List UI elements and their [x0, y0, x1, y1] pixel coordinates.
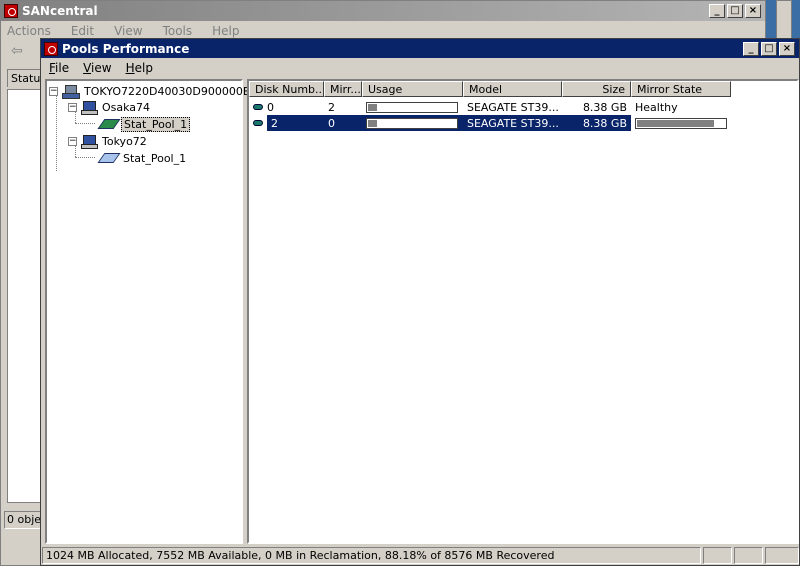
- table-row[interactable]: 0 2 SEAGATE ST39... 8.38 GB Healthy: [249, 99, 731, 115]
- menu-view[interactable]: View: [114, 24, 142, 38]
- tree-connector: [56, 95, 57, 171]
- disk-list: Disk Numb... Mirr... Usage Model Size Mi…: [247, 79, 799, 544]
- disk-number: 2: [267, 115, 324, 131]
- usage-bar: [366, 117, 458, 129]
- close-button[interactable]: ×: [779, 41, 795, 56]
- usage-bar: [366, 101, 458, 113]
- close-button[interactable]: ×: [745, 4, 761, 18]
- maximize-button[interactable]: □: [727, 4, 743, 18]
- list-header: Disk Numb... Mirr... Usage Model Size Mi…: [249, 81, 731, 97]
- pool-icon: [97, 153, 121, 163]
- cell-mirror-state: Healthy: [635, 100, 678, 114]
- menu-help[interactable]: Help: [212, 24, 239, 38]
- cell-size: 8.38 GB: [582, 100, 627, 114]
- menu-view[interactable]: View: [83, 61, 111, 75]
- menu-edit[interactable]: Edit: [71, 24, 94, 38]
- column-mirror-state[interactable]: Mirror State: [631, 81, 731, 97]
- tree-node-label: Tokyo72: [102, 134, 147, 148]
- app-icon: [4, 4, 18, 18]
- mirror-progress-bar: [635, 117, 727, 129]
- menu-actions[interactable]: Actions: [7, 24, 51, 38]
- computer-icon: [81, 134, 98, 149]
- collapse-icon[interactable]: −: [49, 86, 58, 96]
- app-icon: [44, 41, 58, 56]
- menu-help[interactable]: Help: [126, 61, 153, 75]
- tree-connector: [75, 157, 95, 158]
- menu-file[interactable]: File: [49, 61, 69, 75]
- cell-model: SEAGATE ST39...: [463, 115, 562, 131]
- tree-node-osaka74[interactable]: − Osaka74: [68, 99, 152, 115]
- computer-icon: [81, 100, 98, 115]
- minimize-button[interactable]: _: [743, 41, 759, 56]
- back-arrow-icon[interactable]: ⇦: [5, 43, 41, 63]
- pools-performance-window: Pools Performance _ □ × File View Help −…: [40, 38, 800, 566]
- cell-model: SEAGATE ST39...: [467, 100, 559, 114]
- pools-title: Pools Performance: [62, 41, 190, 56]
- tree-pool-tokyo-stat-pool-1[interactable]: Stat_Pool_1: [97, 150, 188, 166]
- tree-pool-osaka-stat-pool-1[interactable]: Stat_Pool_1: [97, 116, 191, 132]
- sancentral-status: 0 obje: [4, 511, 41, 529]
- mirror-progress-fill: [637, 119, 714, 127]
- cell-mirror: 2: [328, 100, 335, 114]
- column-size[interactable]: Size: [562, 81, 631, 97]
- table-row[interactable]: 2 0 SEAGATE ST39... 8.38 GB: [249, 115, 731, 131]
- cell-usage: [362, 99, 463, 115]
- sancentral-title: SANcentral: [22, 4, 98, 18]
- usage-fill: [368, 103, 377, 111]
- scrollbar[interactable]: [776, 0, 792, 40]
- disk-icon: [253, 104, 263, 110]
- tree-pool-label: Stat_Pool_1: [123, 151, 187, 165]
- status-pane: [703, 547, 732, 564]
- resize-grip[interactable]: [765, 547, 799, 564]
- tree-root[interactable]: − TOKYO7220D40030D900000E: [49, 83, 252, 99]
- sancentral-tree-pane: [7, 89, 41, 503]
- cell-size: 8.38 GB: [562, 115, 631, 131]
- tree-node-label: Osaka74: [102, 100, 151, 114]
- cell-disk-icon: [249, 115, 267, 131]
- status-bar: 1024 MB Allocated, 7552 MB Available, 0 …: [41, 546, 799, 565]
- cell-usage: [362, 115, 463, 131]
- status-pane: [734, 547, 763, 564]
- column-usage[interactable]: Usage: [362, 81, 463, 97]
- collapse-icon[interactable]: −: [68, 102, 77, 112]
- tree-node-tokyo72[interactable]: − Tokyo72: [68, 133, 149, 149]
- network-icon: [62, 84, 80, 99]
- status-text: 1024 MB Allocated, 7552 MB Available, 0 …: [42, 547, 701, 564]
- cell-mirror: 0: [324, 115, 362, 131]
- pool-icon: [97, 119, 121, 129]
- tree-connector: [75, 123, 95, 124]
- sancentral-titlebar[interactable]: SANcentral _ □ ×: [1, 1, 765, 21]
- disk-icon: [253, 120, 263, 126]
- tab-status[interactable]: Status: [7, 69, 41, 87]
- tree-pool-label: Stat_Pool_1: [121, 116, 191, 132]
- column-model[interactable]: Model: [463, 81, 562, 97]
- column-disk-number[interactable]: Disk Numb...: [249, 81, 324, 97]
- disk-number: 0: [267, 100, 274, 114]
- maximize-button[interactable]: □: [761, 41, 777, 56]
- column-mirror[interactable]: Mirr...: [324, 81, 362, 97]
- collapse-icon[interactable]: −: [68, 136, 77, 146]
- pool-tree: − TOKYO7220D40030D900000E − Osaka74 Stat…: [45, 79, 250, 544]
- cell-disk: 0: [249, 99, 324, 115]
- pools-menubar: File View Help: [41, 58, 799, 77]
- menu-tools[interactable]: Tools: [163, 24, 193, 38]
- usage-fill: [368, 119, 377, 127]
- minimize-button[interactable]: _: [709, 4, 725, 18]
- cell-mirror-state: [631, 115, 731, 131]
- tree-root-label: TOKYO7220D40030D900000E: [84, 84, 250, 98]
- pools-titlebar[interactable]: Pools Performance _ □ ×: [41, 39, 799, 58]
